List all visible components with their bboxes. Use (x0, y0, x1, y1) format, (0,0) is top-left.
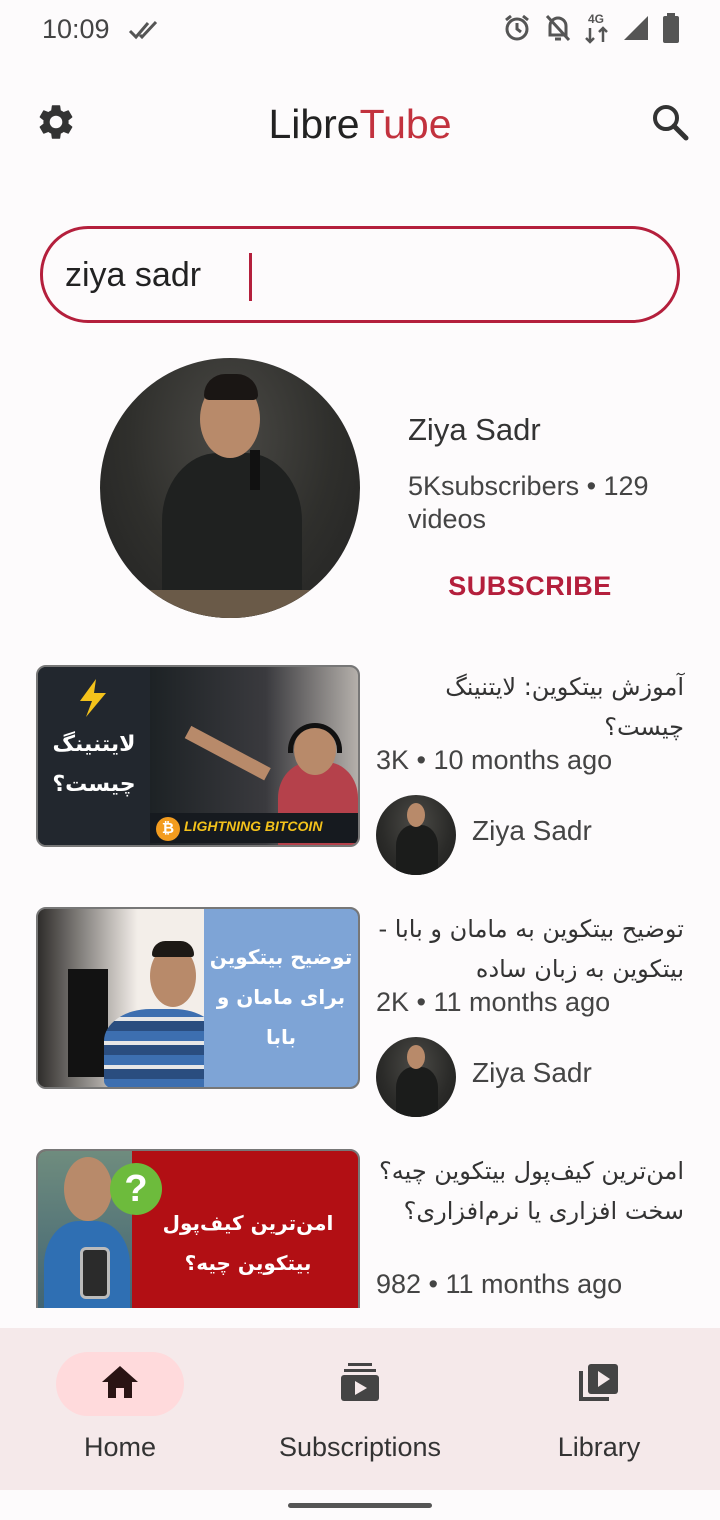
nav-library[interactable]: Library (489, 1352, 709, 1472)
channel-result[interactable]: Ziya Sadr 5Ksubscribers • 129 videos SUB… (0, 358, 720, 620)
mini-person-head (407, 803, 425, 827)
mini-person-body (396, 1067, 438, 1117)
thumb-text: لایتنینگ چیست؟ (52, 732, 136, 797)
screen: 10:09 4G LibreTube ziya sadr Ziya Sadr 5… (0, 0, 720, 1520)
subscriptions-icon (339, 1361, 381, 1408)
subscribe-button[interactable]: SUBSCRIBE (430, 564, 630, 608)
thumb-person-hair (152, 941, 194, 957)
library-icon (578, 1361, 620, 1408)
nav-active-indicator (56, 1352, 184, 1416)
video-title[interactable]: توضیح بیتکوین به مامان و بابا - بیتکوین … (376, 909, 684, 989)
nav-subscriptions[interactable]: Subscriptions (250, 1352, 470, 1472)
gesture-home-bar[interactable] (288, 1503, 432, 1508)
nav-pill (296, 1352, 424, 1416)
nav-subscriptions-label: Subscriptions (278, 1432, 442, 1462)
top-app-bar: LibreTube (0, 76, 720, 172)
lightning-icon (74, 677, 112, 724)
avatar-person-hair (204, 374, 258, 400)
avatar-mic (250, 450, 260, 490)
avatar-desk (100, 590, 360, 618)
nav-home[interactable]: Home (10, 1352, 230, 1472)
search-input[interactable] (65, 251, 625, 299)
video-channel-name[interactable]: Ziya Sadr (472, 815, 592, 847)
video-list[interactable]: لایتنینگ چیست؟ ₿ LIGHTNING BITCOIN آموزش… (0, 640, 720, 1308)
thumb-text: امن‌ترین کیف‌پول بیتکوین چیه؟ (162, 1211, 334, 1275)
video-thumbnail[interactable]: ? امن‌ترین کیف‌پول بیتکوین چیه؟ (36, 1149, 360, 1308)
mini-person-body (396, 825, 438, 875)
thumb-badge: LIGHTNING BITCOIN (184, 818, 323, 834)
video-meta: 3K • 10 months ago (376, 745, 613, 775)
video-thumbnail[interactable]: لایتنینگ چیست؟ ₿ LIGHTNING BITCOIN (36, 665, 360, 847)
battery-icon (662, 13, 680, 43)
thumb-hardware-wallet (80, 1247, 110, 1299)
app-title-tube: Tube (359, 101, 452, 147)
bottom-navigation: Home Subscriptions Library (0, 1328, 720, 1490)
channel-avatar[interactable] (100, 358, 360, 618)
video-title[interactable]: آموزش بیتکوین: لایتنینگ چیست؟ (376, 667, 684, 747)
status-icons: 4G (502, 12, 680, 44)
search-icon (650, 102, 690, 147)
video-title[interactable]: امن‌ترین کیف‌پول بیتکوین چیه؟ سخت افزاری… (376, 1151, 684, 1231)
video-item[interactable]: ? امن‌ترین کیف‌پول بیتکوین چیه؟ امن‌ترین… (0, 1149, 720, 1308)
app-title-libre: Libre (268, 101, 360, 147)
notifications-off-icon (544, 13, 572, 43)
thumb-text: توضیح بیتکوین برای مامان و بابا (209, 945, 353, 1049)
video-meta: 2K • 11 months ago (376, 987, 611, 1017)
nav-library-label: Library (557, 1432, 641, 1462)
alarm-icon (502, 13, 532, 43)
network-type-label: 4G (588, 12, 605, 26)
video-item[interactable]: لایتنینگ چیست؟ ₿ LIGHTNING BITCOIN آموزش… (0, 665, 720, 885)
home-icon (100, 1364, 140, 1405)
thumb-person-body (104, 1009, 220, 1087)
thumb-monitor (68, 969, 108, 1077)
double-check-icon (128, 14, 160, 51)
video-thumbnail[interactable]: توضیح بیتکوین برای مامان و بابا (36, 907, 360, 1089)
video-channel-avatar[interactable] (376, 1037, 456, 1117)
search-button[interactable] (642, 96, 698, 152)
video-channel-name[interactable]: Ziya Sadr (472, 1057, 592, 1089)
channel-stats: 5Ksubscribers • 129 videos (408, 471, 649, 534)
mini-person-head (407, 1045, 425, 1069)
network-type-icon: 4G (584, 12, 610, 44)
video-item[interactable]: توضیح بیتکوین برای مامان و بابا توضیح بی… (0, 907, 720, 1127)
channel-name[interactable]: Ziya Sadr (408, 412, 541, 448)
nav-pill (535, 1352, 663, 1416)
video-meta: 982 • 11 months ago (376, 1269, 623, 1299)
bitcoin-icon: ₿ (156, 817, 180, 841)
status-time: 10:09 (42, 14, 110, 44)
nav-home-label: Home (83, 1432, 157, 1462)
status-bar: 10:09 4G (0, 0, 720, 62)
thumb-person-head (64, 1157, 112, 1221)
signal-icon (622, 14, 650, 42)
video-channel-avatar[interactable] (376, 795, 456, 875)
text-cursor (249, 253, 252, 301)
app-title: LibreTube (0, 98, 720, 150)
search-field[interactable] (40, 226, 680, 323)
